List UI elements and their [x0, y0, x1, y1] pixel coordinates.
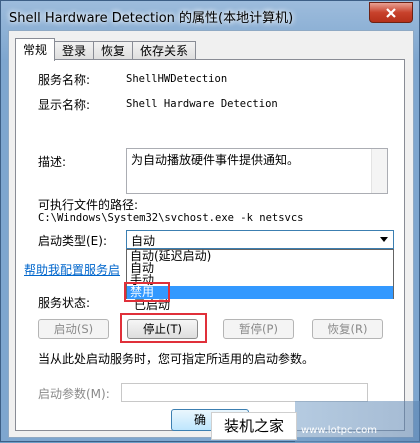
window-title: Shell Hardware Detection 的属性(本地计算机) [9, 11, 294, 26]
startup-type-label: 启动类型(E): [38, 234, 107, 248]
close-button[interactable] [369, 2, 413, 23]
tab-general[interactable]: 常规 [15, 38, 56, 61]
tab-strip: 常规 登录 恢复 依存关系 [15, 38, 197, 61]
resume-button[interactable]: 恢复(R) [312, 319, 383, 339]
start-button[interactable]: 启动(S) [38, 319, 109, 339]
tab-recovery[interactable]: 恢复 [93, 41, 134, 61]
description-value: 为自动播放硬件事件提供通知。 [131, 153, 300, 167]
option-auto-delayed[interactable]: 自动(延迟启动) [127, 250, 393, 262]
start-params-input[interactable] [121, 383, 368, 402]
exe-path-label: 可执行文件的路径: [38, 198, 139, 212]
exe-path-value: C:\Windows\System32\svchost.exe -k netsv… [38, 212, 304, 224]
pause-button[interactable]: 暂停(P) [223, 319, 294, 339]
title-bar[interactable]: Shell Hardware Detection 的属性(本地计算机) [1, 1, 419, 29]
start-params-label: 启动参数(M): [38, 387, 110, 401]
dialog-client-area: 常规 登录 恢复 依存关系 服务名称: ShellHWDetection 显示名… [8, 30, 414, 438]
option-auto[interactable]: 自动 [127, 262, 393, 274]
annotation-highlight-disabled [124, 282, 170, 302]
service-status-label: 服务状态: [38, 296, 91, 310]
watermark-logo [295, 401, 420, 443]
help-configure-link[interactable]: 帮助我配置服务启 [24, 261, 120, 278]
start-params-hint: 当从此处启动服务时，您可指定所适用的启动参数。 [38, 352, 315, 366]
display-name-value: Shell Hardware Detection [126, 98, 278, 110]
chevron-down-icon[interactable] [380, 237, 388, 242]
display-name-label: 显示名称: [38, 98, 91, 112]
close-icon [386, 7, 396, 18]
description-box[interactable]: 为自动播放硬件事件提供通知。 [126, 148, 388, 194]
startup-type-selected: 自动 [131, 234, 156, 248]
properties-window: Shell Hardware Detection 的属性(本地计算机) 常规 登… [0, 0, 420, 443]
watermark-url: www.lotpc.com [301, 425, 377, 436]
service-name-label: 服务名称: [38, 73, 91, 87]
startup-type-select[interactable]: 自动 [126, 230, 394, 249]
watermark-text: 装机之家 [211, 412, 297, 440]
tab-logon[interactable]: 登录 [54, 41, 95, 61]
description-label: 描述: [38, 155, 67, 169]
annotation-highlight-stop [120, 313, 207, 343]
general-panel: 服务名称: ShellHWDetection 显示名称: Shell Hardw… [15, 59, 405, 431]
service-name-value: ShellHWDetection [126, 73, 228, 85]
description-scrollbar[interactable] [371, 149, 387, 193]
tab-dependencies[interactable]: 依存关系 [132, 41, 197, 61]
